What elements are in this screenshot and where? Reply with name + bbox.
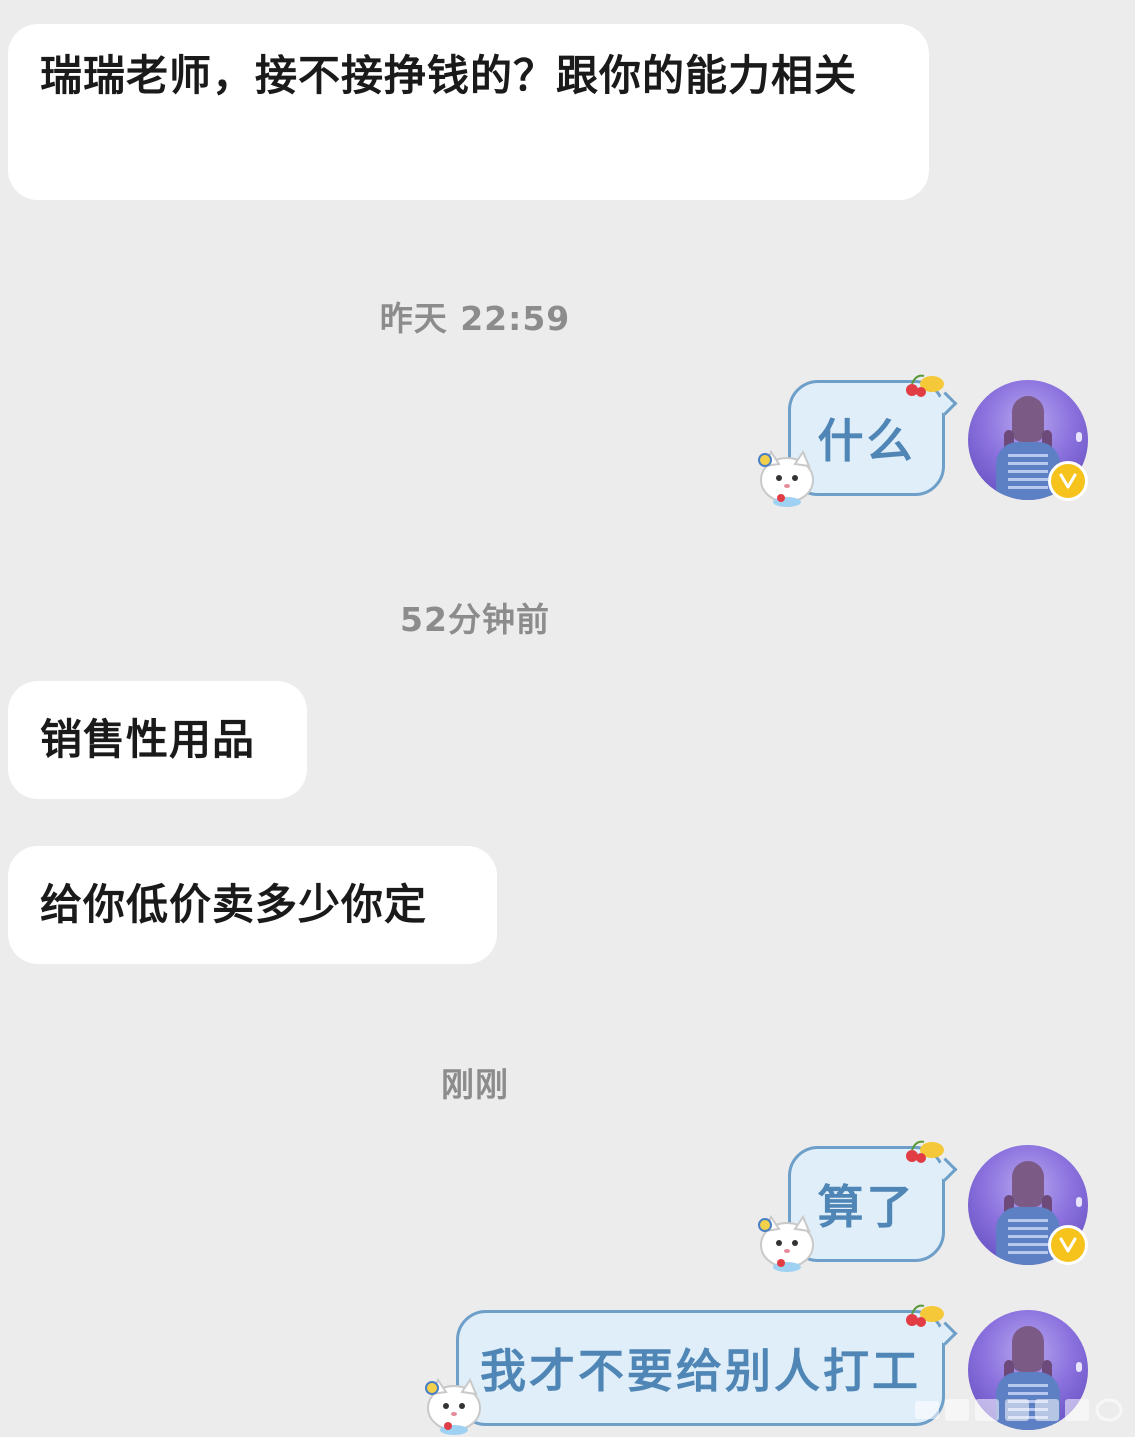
cat-sticker-icon — [758, 449, 814, 507]
message-text: 给你低价卖多少你定 — [40, 880, 428, 929]
cat-sticker-icon — [425, 1377, 481, 1435]
verified-badge-icon — [1048, 461, 1088, 501]
incoming-message-bubble[interactable]: 瑞瑞老师，接不接挣钱的？跟你的能力相关 — [8, 24, 929, 200]
cherry-fruit-icon — [906, 1140, 944, 1163]
message-text: 什么 — [817, 414, 916, 468]
cherry-fruit-icon — [906, 1304, 944, 1327]
message-text: 我才不要给别人打工 — [480, 1344, 921, 1398]
verified-badge-icon — [1048, 1225, 1088, 1265]
cherry-fruit-icon — [906, 374, 944, 397]
watermark-graphic — [915, 1398, 1123, 1422]
incoming-message-bubble[interactable]: 销售性用品 — [8, 681, 307, 799]
outgoing-message-bubble[interactable]: 我才不要给别人打工 — [456, 1310, 945, 1426]
message-text: 瑞瑞老师，接不接挣钱的？跟你的能力相关 — [40, 51, 858, 100]
message-text: 销售性用品 — [40, 715, 256, 764]
message-timestamp: 52分钟前 — [400, 600, 550, 639]
message-text: 算了 — [817, 1180, 916, 1234]
cat-sticker-icon — [758, 1214, 814, 1272]
message-timestamp: 昨天 22:59 — [379, 299, 571, 338]
incoming-message-bubble[interactable]: 给你低价卖多少你定 — [8, 846, 497, 964]
chat-thread: 瑞瑞老师，接不接挣钱的？跟你的能力相关 昨天 22:59 什么 52分钟前 销售… — [0, 0, 1135, 1437]
message-timestamp: 刚刚 — [441, 1065, 509, 1104]
